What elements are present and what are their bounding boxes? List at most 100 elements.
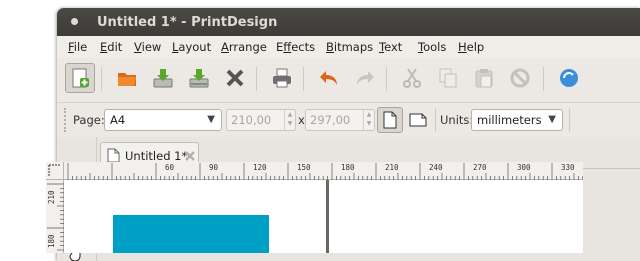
title-bar: Untitled 1* - PrintDesign bbox=[57, 8, 640, 36]
menu-text-mnemonic: T bbox=[379, 40, 385, 54]
delete-button[interactable] bbox=[505, 63, 535, 93]
close-x-icon bbox=[226, 69, 244, 87]
toolbar-separator bbox=[386, 67, 387, 91]
ruler-label: 330 bbox=[561, 163, 575, 172]
menu-arrange-mnemonic: A bbox=[221, 40, 229, 54]
toolbar-separator bbox=[303, 67, 304, 91]
ruler-label: 210 bbox=[47, 190, 56, 204]
menu-text[interactable]: Text bbox=[379, 40, 402, 54]
page-size-value: A4 bbox=[110, 113, 126, 127]
page-size-select[interactable]: A4 ▼ bbox=[104, 109, 222, 131]
toolbar-separator bbox=[543, 67, 544, 91]
page-edge bbox=[326, 180, 329, 253]
redo-button[interactable] bbox=[350, 63, 380, 93]
menu-help-mnemonic: H bbox=[458, 40, 467, 54]
page-height-value: 297,00 bbox=[310, 113, 351, 127]
document-icon bbox=[107, 148, 120, 163]
tab-label: Untitled 1* bbox=[125, 149, 188, 163]
toolbar-separator bbox=[101, 67, 102, 91]
units-label: Units: bbox=[440, 113, 474, 127]
ruler-corner[interactable] bbox=[46, 162, 64, 180]
paste-icon bbox=[475, 69, 493, 88]
paste-button[interactable] bbox=[469, 63, 499, 93]
menu-layout[interactable]: Layout bbox=[172, 40, 211, 54]
ruler-label: 90 bbox=[209, 163, 219, 172]
landscape-button[interactable] bbox=[405, 107, 431, 133]
menu-edit[interactable]: Edit bbox=[100, 40, 122, 54]
menu-effects-mnemonic: f bbox=[283, 40, 292, 54]
menu-effects[interactable]: Effects bbox=[276, 40, 315, 54]
ruler-label: 210 bbox=[385, 163, 399, 172]
refresh-icon bbox=[560, 69, 578, 87]
copy-button[interactable] bbox=[433, 63, 463, 93]
menu-bitmaps-mnemonic: B bbox=[326, 40, 334, 54]
menu-bitmaps[interactable]: Bitmaps bbox=[326, 40, 373, 54]
units-select[interactable]: millimeters ▼ bbox=[471, 109, 563, 131]
save-button[interactable] bbox=[148, 63, 178, 93]
save-icon bbox=[153, 69, 173, 88]
menu-bar: File Edit View Layout Arrange Effects Bi… bbox=[57, 36, 640, 58]
page-label: Page: bbox=[73, 113, 105, 127]
window-close-icon[interactable] bbox=[71, 18, 78, 25]
print-button[interactable] bbox=[267, 63, 297, 93]
page-width-value: 210,00 bbox=[231, 113, 272, 127]
menu-tools-mnemonic: T bbox=[418, 40, 424, 54]
ruler-label: 60 bbox=[165, 163, 175, 172]
portrait-page-icon bbox=[383, 111, 397, 129]
blue-rectangle-shape[interactable] bbox=[113, 215, 269, 253]
ruler-label: 270 bbox=[473, 163, 487, 172]
chevron-down-icon: ▼ bbox=[548, 114, 556, 125]
ruler-label: 150 bbox=[297, 163, 311, 172]
ruler-label: 120 bbox=[253, 163, 267, 172]
menu-view[interactable]: View bbox=[134, 40, 161, 54]
redo-icon bbox=[357, 71, 374, 85]
toolbar-grip[interactable] bbox=[64, 108, 69, 132]
portrait-button[interactable] bbox=[377, 107, 403, 133]
menu-view-mnemonic: V bbox=[134, 40, 142, 54]
ruler-label: 300 bbox=[517, 163, 531, 172]
vertical-ruler[interactable]: 210 180 bbox=[46, 180, 64, 253]
new-document-button[interactable] bbox=[65, 63, 95, 93]
ruler-label: 240 bbox=[429, 163, 443, 172]
ruler-origin-icon bbox=[48, 164, 61, 177]
refresh-button[interactable] bbox=[553, 63, 583, 93]
undo-icon bbox=[320, 71, 337, 85]
page-properties-bar: Page: A4 ▼ 210,00 ▲ ▼ x 297,00 ▲ ▼ Units: … bbox=[57, 103, 640, 138]
save-as-icon bbox=[189, 69, 209, 88]
spin-arrows-icon[interactable]: ▲ ▼ bbox=[284, 110, 295, 130]
cut-button[interactable] bbox=[397, 63, 427, 93]
scissors-icon bbox=[403, 68, 421, 88]
open-button[interactable] bbox=[112, 63, 142, 93]
undo-button[interactable] bbox=[314, 63, 344, 93]
page-height-spinner[interactable]: 297,00 ▲ ▼ bbox=[305, 109, 375, 131]
save-as-button[interactable] bbox=[184, 63, 214, 93]
menu-tools[interactable]: Tools bbox=[418, 40, 446, 54]
menu-arrange[interactable]: Arrange bbox=[221, 40, 267, 54]
no-entry-icon bbox=[510, 68, 530, 88]
folder-open-icon bbox=[118, 73, 136, 86]
ruler-label: 180 bbox=[341, 163, 355, 172]
horizontal-ruler[interactable]: 60 90 120 150 180 210 240 270 300 330 bbox=[64, 162, 583, 180]
printer-icon bbox=[273, 68, 291, 88]
close-tab-icon[interactable] bbox=[185, 151, 195, 161]
menu-file[interactable]: File bbox=[68, 40, 87, 54]
menu-help[interactable]: Help bbox=[458, 40, 484, 54]
new-document-icon bbox=[72, 68, 89, 88]
menu-layout-mnemonic: L bbox=[172, 40, 179, 54]
close-document-button[interactable] bbox=[220, 63, 250, 93]
units-value: millimeters bbox=[477, 113, 542, 127]
window-title: Untitled 1* - PrintDesign bbox=[97, 15, 278, 30]
landscape-page-icon bbox=[409, 113, 427, 127]
horizontal-ruler-ticks bbox=[67, 163, 583, 180]
menu-edit-mnemonic: E bbox=[100, 40, 108, 54]
menu-file-mnemonic: F bbox=[68, 40, 74, 54]
main-toolbar bbox=[57, 58, 640, 103]
toolbar-separator bbox=[256, 67, 257, 91]
copy-icon bbox=[439, 68, 457, 88]
chevron-down-icon: ▼ bbox=[207, 114, 215, 125]
spin-arrows-icon[interactable]: ▲ ▼ bbox=[363, 110, 374, 130]
times-sign: x bbox=[298, 113, 305, 127]
page-width-spinner[interactable]: 210,00 ▲ ▼ bbox=[226, 109, 296, 131]
toolbar-separator bbox=[435, 108, 436, 132]
ruler-label: 180 bbox=[47, 234, 56, 248]
